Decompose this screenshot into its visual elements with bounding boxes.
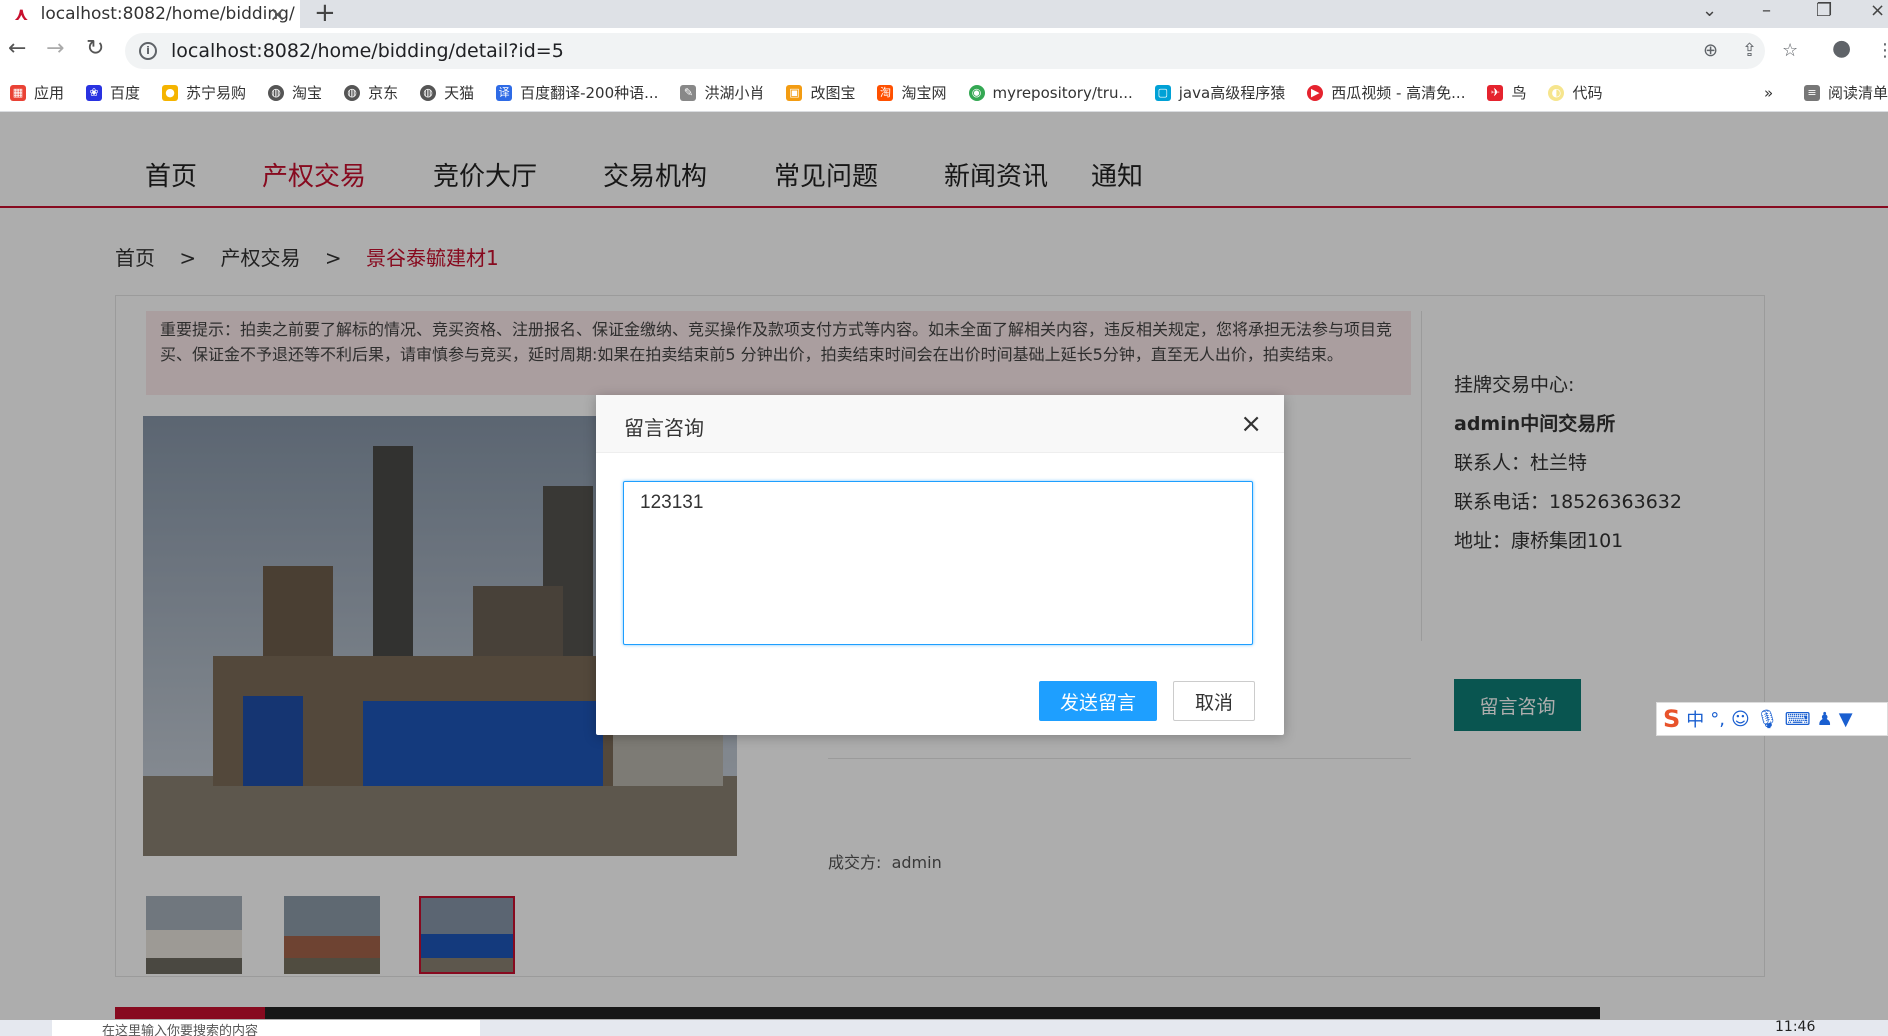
bookmark-jd[interactable]: ◍ 京东	[344, 82, 398, 103]
dialog-title: 留言咨询	[624, 416, 704, 440]
honghu-icon: ✎	[680, 84, 697, 101]
bookmark-fanyi[interactable]: 译百度翻译-200种语...	[496, 82, 658, 103]
browser-tabbar: ⋏ localhost:8082/home/bidding/ × + ⌄ – ❐…	[0, 0, 1888, 28]
chrome-icon: ◉	[968, 84, 985, 101]
bookmark-java[interactable]: ▢ java高级程序猿	[1154, 82, 1285, 103]
bookmark-xigua[interactable]: ▶ 西瓜视频 - 高清免...	[1307, 82, 1465, 103]
restore-icon[interactable]: ❐	[1816, 0, 1832, 21]
gaitubao-icon: ▣	[786, 84, 803, 101]
user-icon[interactable]: ♟	[1817, 709, 1833, 730]
message-textarea[interactable]: 123131	[623, 481, 1253, 645]
translate-icon: 译	[496, 84, 513, 101]
globe-icon: ◍	[268, 84, 285, 101]
url-input[interactable]: i localhost:8082/home/bidding/detail?id=…	[125, 33, 1765, 69]
zoom-icon[interactable]: ⊕	[1703, 40, 1718, 61]
tab-search-icon[interactable]: ⌄	[1702, 0, 1717, 21]
tab-title: localhost:8082/home/bidding/	[40, 4, 295, 24]
globe-icon: ◍	[420, 84, 437, 101]
bilibili-icon: ▢	[1154, 84, 1171, 101]
bookmark-myrepository[interactable]: ◉ myrepository/tru...	[968, 84, 1133, 102]
taskbar: 在这里输入你要搜索的内容	[0, 1020, 1888, 1036]
minimize-icon[interactable]: –	[1762, 0, 1771, 21]
skin-icon[interactable]: ▼	[1839, 709, 1853, 730]
bookmark-code[interactable]: ◐ 代码	[1548, 82, 1603, 103]
bookmark-niao[interactable]: ✈ 鸟	[1487, 82, 1526, 103]
bookmark-apps[interactable]: ▦ 应用	[10, 82, 64, 103]
tab-close-icon[interactable]: ×	[269, 2, 286, 26]
clock: 11:46	[1775, 1019, 1816, 1035]
bookmarks-bar: ▦ 应用 ❀ 百度 ● 苏宁易购 ◍ 淘宝 ◍ 京东 ◍ 天猫 译百度翻译-200种语...…	[0, 74, 1888, 112]
send-message-button[interactable]: 发送留言	[1039, 681, 1157, 721]
menu-icon[interactable]: ⋮	[1876, 40, 1888, 61]
taobao-icon: 淘	[877, 84, 894, 101]
emoji-icon[interactable]: ☺	[1731, 709, 1750, 730]
bookmark-baidu[interactable]: ❀ 百度	[86, 82, 140, 103]
site-info-icon[interactable]: i	[139, 42, 157, 60]
window-close-icon[interactable]: ×	[1870, 0, 1885, 21]
dialog-header: 留言咨询 ×	[596, 395, 1284, 453]
bookmark-taobaowang[interactable]: 淘淘宝网	[877, 82, 947, 103]
profile-avatar-icon[interactable]: ●	[1832, 36, 1851, 61]
new-tab-icon[interactable]: +	[314, 0, 336, 28]
bookmark-gaitubao[interactable]: ▣ 改图宝	[786, 82, 855, 103]
bookmark-taobao[interactable]: ◍ 淘宝	[268, 82, 322, 103]
xigua-icon: ▶	[1307, 84, 1324, 101]
forward-icon[interactable]: →	[46, 36, 64, 61]
keyboard-icon[interactable]: ⌨	[1785, 709, 1811, 730]
close-icon[interactable]: ×	[1240, 409, 1262, 439]
apps-grid-icon: ▦	[10, 84, 26, 101]
back-icon[interactable]: ←	[8, 36, 26, 61]
ime-toolbar[interactable]: S 中 °, ☺ 🎙 ⌨ ♟ ▼	[1656, 702, 1888, 736]
mic-icon[interactable]: 🎙	[1756, 709, 1779, 730]
bookmarks-more-icon[interactable]: »	[1764, 84, 1773, 102]
address-bar-row: ← → ↻ i localhost:8082/home/bidding/deta…	[0, 28, 1888, 74]
share-icon[interactable]: ⇪	[1742, 40, 1757, 61]
reading-list[interactable]: ≡ 阅读清单	[1804, 82, 1888, 103]
bookmark-honghu[interactable]: ✎ 洪湖小肖	[680, 82, 764, 103]
baidu-icon: ❀	[86, 84, 103, 101]
consult-dialog: 留言咨询 × 123131 发送留言 取消	[596, 395, 1284, 735]
bookmark-star-icon[interactable]: ☆	[1782, 40, 1798, 61]
site-favicon-icon: ⋏	[14, 3, 29, 25]
reading-list-icon: ≡	[1804, 84, 1820, 101]
globe-icon: ◍	[344, 84, 361, 101]
bookmark-tmall[interactable]: ◍ 天猫	[420, 82, 474, 103]
bird-icon: ✈	[1487, 84, 1504, 101]
code-icon: ◐	[1548, 84, 1565, 101]
bookmark-suning[interactable]: ● 苏宁易购	[162, 82, 246, 103]
suning-icon: ●	[162, 84, 179, 101]
ime-punct[interactable]: °,	[1710, 709, 1725, 730]
sogou-logo-icon: S	[1663, 705, 1681, 733]
reload-icon[interactable]: ↻	[86, 36, 104, 61]
browser-tab-active[interactable]: ⋏ localhost:8082/home/bidding/ ×	[0, 0, 300, 28]
url-text: localhost:8082/home/bidding/detail?id=5	[171, 40, 564, 62]
taskbar-search-input[interactable]: 在这里输入你要搜索的内容	[52, 1020, 480, 1036]
ime-lang[interactable]: 中	[1686, 706, 1704, 732]
cancel-button[interactable]: 取消	[1173, 681, 1255, 721]
